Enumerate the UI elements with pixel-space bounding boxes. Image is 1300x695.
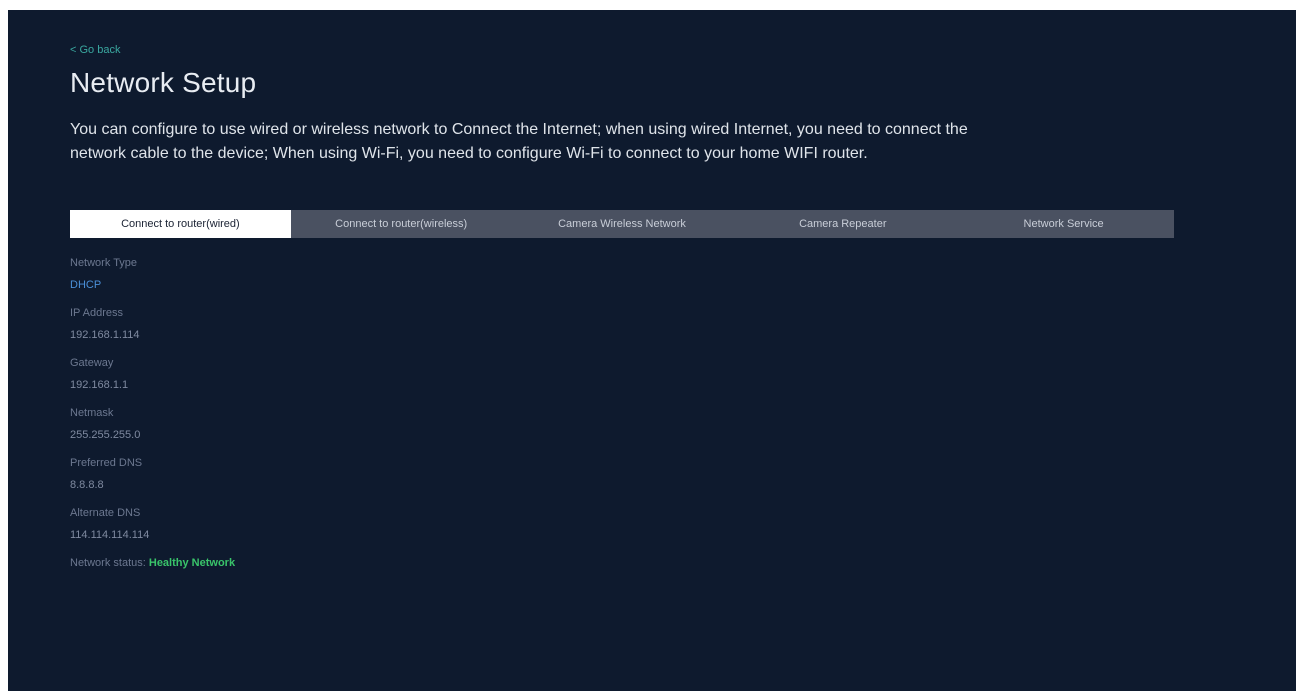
network-status-badge: Healthy Network — [148, 557, 236, 569]
tab-wired[interactable]: Connect to router(wired) — [70, 210, 291, 238]
netmask-label: Netmask — [70, 407, 114, 419]
main-content: < Go back Network Setup You can configur… — [70, 40, 1250, 570]
ip-address-label: IP Address — [70, 307, 123, 319]
wired-network-details: Network Type DHCP IP Address 192.168.1.1… — [70, 256, 1250, 570]
network-status-row: Network status: Healthy Network — [70, 556, 1250, 570]
tab-network-service[interactable]: Network Service — [953, 210, 1174, 238]
gateway-label: Gateway — [70, 357, 114, 369]
preferred-dns-value: 8.8.8.8 — [70, 479, 104, 491]
page-description: You can configure to use wired or wirele… — [70, 121, 968, 162]
tab-wireless[interactable]: Connect to router(wireless) — [291, 210, 512, 238]
page-title: Network Setup — [70, 67, 257, 98]
network-tab-bar: Connect to router(wired) Connect to rout… — [70, 210, 1174, 238]
network-type-value: DHCP — [70, 279, 102, 291]
network-status-label: Network status: — [70, 557, 146, 569]
network-type-label: Network Type — [70, 257, 138, 269]
go-back-link[interactable]: < Go back — [70, 44, 120, 56]
tab-camera-wireless-network[interactable]: Camera Wireless Network — [512, 210, 733, 238]
ip-address-value: 192.168.1.114 — [70, 329, 140, 341]
netmask-value: 255.255.255.0 — [70, 429, 141, 441]
alternate-dns-label: Alternate DNS — [70, 507, 141, 519]
preferred-dns-label: Preferred DNS — [70, 457, 143, 469]
alternate-dns-value: 114.114.114.114 — [70, 529, 150, 541]
gateway-value: 192.168.1.1 — [70, 379, 129, 391]
tab-camera-repeater[interactable]: Camera Repeater — [732, 210, 953, 238]
network-setup-panel: < Go back Network Setup You can configur… — [8, 10, 1296, 691]
